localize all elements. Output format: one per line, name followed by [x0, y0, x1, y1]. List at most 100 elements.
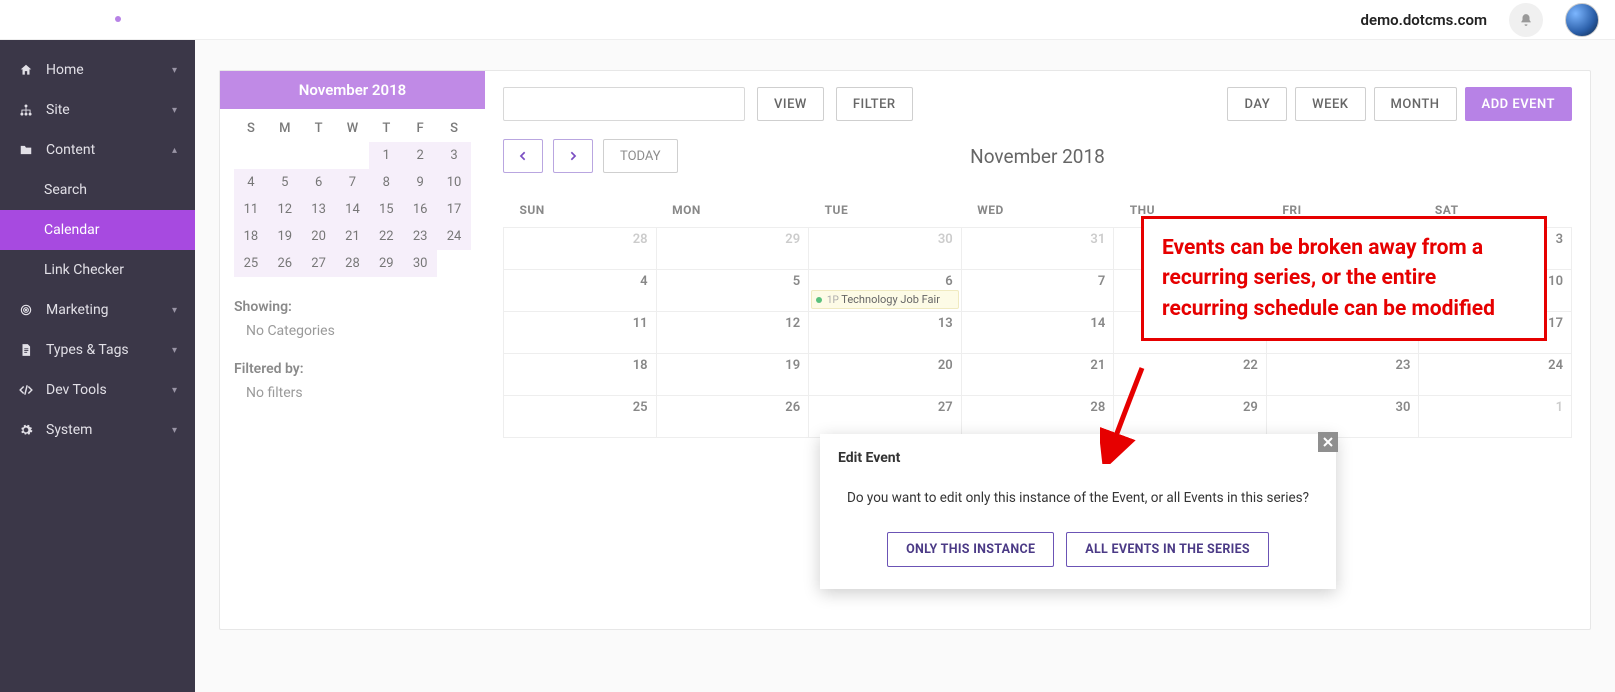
mini-calendar-title: November 2018 [220, 71, 485, 109]
calendar-day-cell[interactable]: 19 [656, 354, 809, 396]
chevron-up-icon: ▴ [172, 145, 177, 156]
calendar-day-cell[interactable]: 14 [961, 312, 1114, 354]
calendar-day-cell[interactable]: 30 [809, 228, 962, 270]
mini-cal-day[interactable]: 16 [403, 196, 437, 223]
chevron-down-icon: ▾ [172, 385, 177, 396]
calendar-day-cell[interactable]: 1 [1419, 396, 1572, 438]
calendar-day-cell[interactable]: 20 [809, 354, 962, 396]
mini-cal-day[interactable]: 12 [268, 196, 302, 223]
calendar-day-cell[interactable]: 7 [961, 270, 1114, 312]
notifications-icon[interactable] [1509, 3, 1543, 37]
annotation-callout: Events can be broken away from a recurri… [1141, 216, 1547, 341]
mini-cal-day [437, 250, 471, 277]
search-input[interactable] [503, 87, 745, 121]
mini-cal-day [234, 142, 268, 169]
calendar-toolbar: VIEW FILTER DAY WEEK MONTH ADD EVENT [503, 87, 1572, 121]
mini-cal-day[interactable]: 28 [336, 250, 370, 277]
chevron-down-icon: ▾ [172, 425, 177, 436]
calendar-event[interactable]: 1P Technology Job Fair [811, 290, 959, 309]
mini-cal-day[interactable]: 10 [437, 169, 471, 196]
mini-cal-day[interactable]: 20 [302, 223, 336, 250]
mini-cal-day[interactable]: 22 [369, 223, 403, 250]
calendar-day-cell[interactable]: 13 [809, 312, 962, 354]
mini-cal-day[interactable]: 19 [268, 223, 302, 250]
mini-calendar[interactable]: SMTWTFS123456789101112131415161718192021… [234, 115, 471, 277]
mini-cal-day[interactable]: 6 [302, 169, 336, 196]
calendar-day-cell[interactable]: 11 [504, 312, 657, 354]
calendar-day-cell[interactable]: 28 [504, 228, 657, 270]
sidebar-item-system[interactable]: System▾ [0, 410, 195, 450]
mini-cal-day[interactable]: 7 [336, 169, 370, 196]
dialog-close-button[interactable] [1318, 432, 1338, 452]
mini-cal-day[interactable]: 17 [437, 196, 471, 223]
calendar-day-cell[interactable]: 6 1P Technology Job Fair [809, 270, 962, 312]
calendar-day-cell[interactable]: 27 [809, 396, 962, 438]
sidebar-item-link-checker[interactable]: Link Checker [0, 250, 195, 290]
mini-cal-day[interactable]: 27 [302, 250, 336, 277]
back-icon[interactable] [28, 9, 46, 32]
month-view-button[interactable]: MONTH [1374, 87, 1457, 121]
calendar-day-cell[interactable]: 29 [656, 228, 809, 270]
mini-cal-day[interactable]: 18 [234, 223, 268, 250]
file-icon [18, 343, 34, 357]
mini-cal-day[interactable]: 2 [403, 142, 437, 169]
mini-cal-day[interactable]: 14 [336, 196, 370, 223]
brand-logo: dtcms [82, 6, 166, 31]
mini-cal-day[interactable]: 24 [437, 223, 471, 250]
mini-cal-day[interactable]: 26 [268, 250, 302, 277]
mini-cal-day[interactable]: 21 [336, 223, 370, 250]
sidebar-item-content[interactable]: Content▴ [0, 130, 195, 170]
calendar-day-cell[interactable]: 31 [961, 228, 1114, 270]
sidebar-item-dev-tools[interactable]: Dev Tools▾ [0, 370, 195, 410]
calendar-day-cell[interactable]: 24 [1419, 354, 1572, 396]
mini-cal-day[interactable]: 4 [234, 169, 268, 196]
mini-cal-day[interactable]: 5 [268, 169, 302, 196]
mini-cal-day[interactable]: 29 [369, 250, 403, 277]
folder-icon [18, 143, 34, 157]
user-avatar[interactable] [1565, 3, 1599, 37]
dialog-title: Edit Event [820, 434, 1336, 476]
mini-cal-day[interactable]: 8 [369, 169, 403, 196]
sidebar: Home▾Site▾Content▴SearchCalendarLink Che… [0, 40, 195, 692]
mini-cal-day[interactable]: 25 [234, 250, 268, 277]
sidebar-item-marketing[interactable]: Marketing▾ [0, 290, 195, 330]
mini-cal-day[interactable]: 11 [234, 196, 268, 223]
mini-cal-day[interactable]: 15 [369, 196, 403, 223]
calendar-day-cell[interactable]: 23 [1266, 354, 1419, 396]
mini-cal-day[interactable]: 13 [302, 196, 336, 223]
calendar-day-cell[interactable]: 26 [656, 396, 809, 438]
dialog-message: Do you want to edit only this instance o… [820, 476, 1336, 532]
calendar-day-cell[interactable]: 5 [656, 270, 809, 312]
target-icon [18, 303, 34, 317]
only-this-instance-button[interactable]: ONLY THIS INSTANCE [887, 532, 1054, 567]
add-event-button[interactable]: ADD EVENT [1465, 87, 1572, 121]
day-view-button[interactable]: DAY [1227, 87, 1287, 121]
calendar-day-cell[interactable]: 30 [1266, 396, 1419, 438]
filter-button[interactable]: FILTER [836, 87, 913, 121]
calendar-day-cell[interactable]: 21 [961, 354, 1114, 396]
calendar-day-cell[interactable]: 28 [961, 396, 1114, 438]
calendar-day-cell[interactable]: 18 [504, 354, 657, 396]
sidebar-item-home[interactable]: Home▾ [0, 50, 195, 90]
mini-cal-day[interactable]: 30 [403, 250, 437, 277]
calendar-day-cell[interactable]: 25 [504, 396, 657, 438]
showing-label: Showing: [234, 299, 471, 315]
mini-cal-day[interactable]: 23 [403, 223, 437, 250]
sidebar-item-types-tags[interactable]: Types & Tags▾ [0, 330, 195, 370]
mini-cal-day[interactable]: 3 [437, 142, 471, 169]
week-view-button[interactable]: WEEK [1295, 87, 1365, 121]
all-events-in-series-button[interactable]: ALL EVENTS IN THE SERIES [1066, 532, 1269, 567]
calendar-day-cell[interactable]: 12 [656, 312, 809, 354]
topbar: demo.dotcms.com [0, 0, 1615, 40]
view-button[interactable]: VIEW [757, 87, 824, 121]
sidebar-item-site[interactable]: Site▾ [0, 90, 195, 130]
sidebar-item-calendar[interactable]: Calendar [0, 210, 195, 250]
mini-cal-day [302, 142, 336, 169]
sidebar-item-search[interactable]: Search [0, 170, 195, 210]
mini-cal-day[interactable]: 9 [403, 169, 437, 196]
filtered-by-value: No filters [234, 377, 471, 401]
mini-cal-day[interactable]: 1 [369, 142, 403, 169]
mini-cal-day [268, 142, 302, 169]
calendar-day-cell[interactable]: 4 [504, 270, 657, 312]
home-icon [18, 63, 34, 77]
